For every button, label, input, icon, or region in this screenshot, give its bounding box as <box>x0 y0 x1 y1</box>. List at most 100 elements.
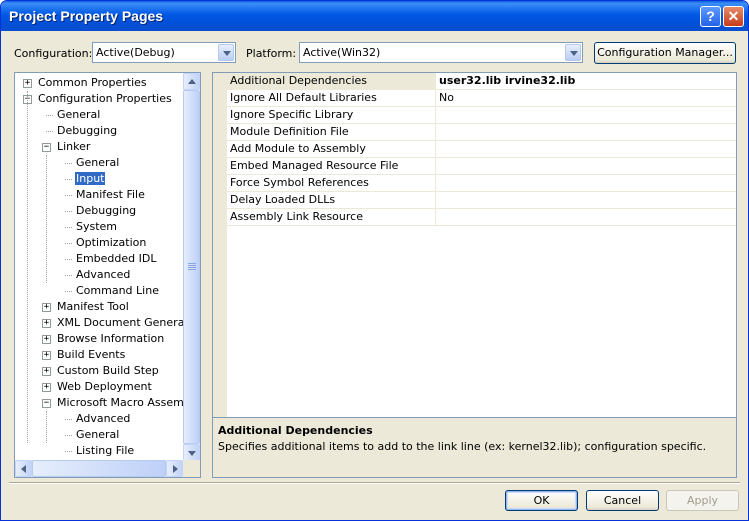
arrow-down-icon <box>188 451 196 456</box>
tree-item[interactable]: Advanced <box>75 411 131 427</box>
property-grid[interactable]: Additional Dependencies user32.lib irvine… <box>212 72 737 418</box>
expand-icon[interactable]: + <box>42 303 51 312</box>
scroll-up-button[interactable] <box>183 73 200 90</box>
scroll-left-button[interactable] <box>15 460 32 477</box>
property-name: Embed Managed Resource File <box>227 158 436 174</box>
property-row[interactable]: Add Module to Assembly <box>227 141 736 158</box>
property-pages-window: Project Property Pages ? ✕ Configuration… <box>0 0 749 521</box>
description-text: Specifies additional items to add to the… <box>218 440 707 453</box>
tree-item[interactable]: Listing File <box>75 443 135 459</box>
property-row[interactable]: Assembly Link Resource <box>227 209 736 226</box>
property-value[interactable]: No <box>439 90 454 106</box>
title-bar[interactable]: Project Property Pages ? ✕ <box>1 1 748 31</box>
tree-horizontal-scrollbar[interactable] <box>15 460 200 477</box>
property-row[interactable]: Force Symbol References <box>227 175 736 192</box>
tree-item[interactable]: Debugging <box>75 203 137 219</box>
tree-item-label: Command Line <box>76 284 159 297</box>
apply-button[interactable]: Apply <box>666 490 739 511</box>
configuration-manager-label: Configuration Manager... <box>597 46 733 59</box>
scroll-down-button[interactable] <box>183 444 200 461</box>
tree-vertical-scrollbar[interactable] <box>183 73 200 461</box>
property-name: Ignore All Default Libraries <box>227 90 436 106</box>
tree-item-label: Manifest Tool <box>57 300 129 313</box>
tree-item[interactable]: Build Events <box>56 347 126 363</box>
tree-item[interactable]: Manifest Tool <box>56 299 130 315</box>
vertical-scroll-thumb[interactable] <box>183 90 200 444</box>
expand-icon[interactable]: + <box>42 351 51 360</box>
tree-connector <box>65 227 72 228</box>
scroll-right-button[interactable] <box>166 460 183 477</box>
tree-item[interactable]: Manifest File <box>75 187 146 203</box>
tree-item-label: Debugging <box>76 204 137 217</box>
platform-dropdown[interactable]: Active(Win32) <box>299 42 583 63</box>
configuration-manager-button[interactable]: Configuration Manager... <box>594 42 736 64</box>
window-title: Project Property Pages <box>9 8 164 24</box>
tree-item[interactable]: XML Document Generator <box>56 315 200 331</box>
tree-guide-line <box>46 155 47 283</box>
expand-icon[interactable]: + <box>42 319 51 328</box>
property-name: Ignore Specific Library <box>227 107 436 123</box>
configuration-dropdown-button[interactable] <box>218 44 234 61</box>
property-row[interactable]: Additional Dependencies user32.lib irvine… <box>227 73 736 90</box>
tree-item-label: General <box>76 156 120 169</box>
property-row[interactable]: Ignore All Default Libraries No <box>227 90 736 107</box>
tree-item-label: Build Events <box>57 348 126 361</box>
tree-item[interactable]: General <box>56 107 101 123</box>
description-panel: Additional Dependencies Specifies additi… <box>212 417 737 478</box>
tree-item-label: Configuration Properties <box>38 92 172 105</box>
property-value[interactable]: user32.lib irvine32.lib <box>439 73 575 89</box>
tree-item[interactable]: Command Line <box>75 283 160 299</box>
tree-item-label: Browse Information <box>57 332 165 345</box>
tree-item[interactable]: Embedded IDL <box>75 251 157 267</box>
collapse-icon[interactable]: − <box>42 143 51 152</box>
tree-item[interactable]: Custom Build Step <box>56 363 160 379</box>
configuration-dropdown[interactable]: Active(Debug) <box>92 42 236 63</box>
expand-icon[interactable]: + <box>42 383 51 392</box>
tree-item-label: General <box>57 108 101 121</box>
property-grid-margin <box>213 73 227 417</box>
tree-item-label: XML Document Generator <box>57 316 200 329</box>
divider <box>9 482 740 484</box>
property-row[interactable]: Module Definition File <box>227 124 736 141</box>
tree-item[interactable]: Configuration Properties <box>37 91 173 107</box>
tree-item[interactable]: System <box>75 219 118 235</box>
tree-item[interactable]: Input <box>73 171 107 187</box>
tree-item[interactable]: Common Properties <box>37 75 148 91</box>
help-button[interactable]: ? <box>700 6 721 27</box>
settings-tree[interactable]: + Common Properties − Configuration Propert… <box>14 72 201 478</box>
property-row[interactable]: Ignore Specific Library <box>227 107 736 124</box>
configuration-label: Configuration: <box>14 47 93 60</box>
tree-item[interactable]: Optimization <box>75 235 147 251</box>
tree-connector <box>65 179 72 180</box>
tree-connector <box>65 451 72 452</box>
tree-item-label: System <box>76 220 118 233</box>
tree-item[interactable]: General <box>75 155 120 171</box>
cancel-button[interactable]: Cancel <box>586 490 659 511</box>
tree-item[interactable]: Debugging <box>56 123 118 139</box>
tree-item[interactable]: Advanced <box>75 267 131 283</box>
close-button[interactable]: ✕ <box>723 6 744 27</box>
tree-item[interactable]: Web Deployment <box>56 379 153 395</box>
horizontal-scroll-thumb[interactable] <box>32 460 166 477</box>
ok-button[interactable]: OK <box>505 490 578 511</box>
property-row[interactable]: Delay Loaded DLLs <box>227 192 736 209</box>
tree-item[interactable]: Microsoft Macro Assembler <box>56 395 201 411</box>
question-mark-icon: ? <box>706 8 715 24</box>
platform-dropdown-button[interactable] <box>565 44 581 61</box>
collapse-icon[interactable]: − <box>42 399 51 408</box>
tree-item[interactable]: General <box>75 427 120 443</box>
property-row[interactable]: Embed Managed Resource File <box>227 158 736 175</box>
tree-item-label: Advanced <box>76 268 131 281</box>
expand-icon[interactable]: + <box>42 335 51 344</box>
expand-icon[interactable]: + <box>23 79 32 88</box>
scrollbar-corner <box>183 460 200 477</box>
tree-item-label: Web Deployment <box>57 380 152 393</box>
cancel-label: Cancel <box>603 494 642 507</box>
tree-item-label: Debugging <box>57 124 118 137</box>
expand-icon[interactable]: + <box>42 367 51 376</box>
apply-label: Apply <box>686 494 719 507</box>
tree-connector <box>65 195 72 196</box>
tree-item[interactable]: Linker <box>56 139 91 155</box>
tree-item-label: Microsoft Macro Assembler <box>57 396 201 409</box>
tree-item[interactable]: Browse Information <box>56 331 165 347</box>
